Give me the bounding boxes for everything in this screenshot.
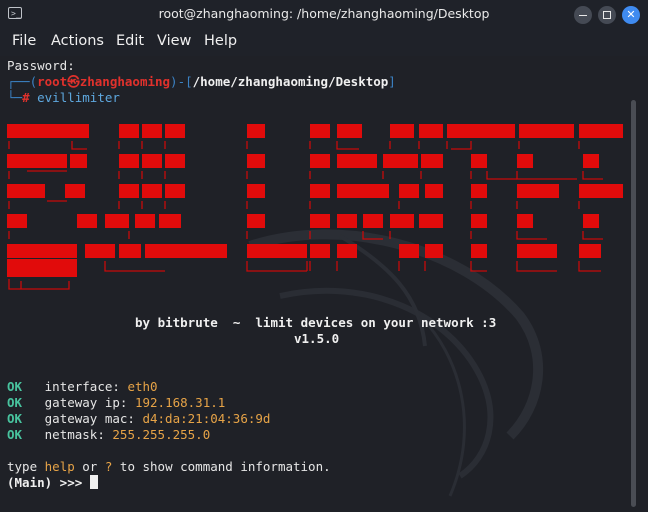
prompt-user: root <box>37 74 68 89</box>
status-label: interface: <box>44 379 120 394</box>
window-title: root@zhanghaoming: /home/zhanghaoming/De… <box>158 6 490 21</box>
minimize-button[interactable] <box>574 6 592 24</box>
status-line-interface: OK interface: eth0 <box>7 379 158 395</box>
prompt-close: ] <box>388 74 396 89</box>
status-label: netmask: <box>44 427 105 442</box>
input-line[interactable]: (Main) >>> <box>7 475 98 491</box>
text-cursor <box>89 475 98 489</box>
menu-view[interactable]: View <box>157 33 191 49</box>
prompt-hash: # <box>22 90 30 105</box>
command-text: evillimiter <box>37 90 120 105</box>
hint-pre: type <box>7 459 45 474</box>
menu-bar: File Actions Edit View Help <box>0 30 648 56</box>
menu-actions[interactable]: Actions <box>51 33 104 49</box>
ok-badge: OK <box>7 427 23 442</box>
main-prompt: (Main) >>> <box>7 475 90 490</box>
hint-or: or <box>74 459 105 474</box>
prompt-mid: )-[ <box>170 74 193 89</box>
status-label: gateway mac: <box>44 411 135 426</box>
password-line: Password: <box>7 58 75 73</box>
prompt-line: ┌──(root㉿zhanghaoming)-[/home/zhanghaomi… <box>7 74 396 90</box>
status-value: d4:da:21:04:36:9d <box>142 411 271 426</box>
prompt-path: /home/zhanghaoming/Desktop <box>192 74 389 89</box>
prompt-host: zhanghaoming <box>79 74 171 89</box>
hint-line: type help or ? to show command informati… <box>7 459 331 475</box>
maximize-button[interactable] <box>598 6 616 24</box>
status-line-gateway-ip: OK gateway ip: 192.168.31.1 <box>7 395 225 411</box>
hint-help: help <box>44 459 75 474</box>
terminal-area[interactable]: Password: ┌──(root㉿zhanghaoming)-[/home/… <box>0 56 648 512</box>
status-value: eth0 <box>127 379 158 394</box>
evillimiter-banner <box>7 124 623 290</box>
version: v1.5.0 <box>294 331 340 346</box>
command-line: └─# evillimiter <box>7 90 120 106</box>
menu-edit[interactable]: Edit <box>116 33 144 49</box>
prompt-open: ┌──( <box>7 74 38 89</box>
ok-badge: OK <box>7 411 23 426</box>
status-line-netmask: OK netmask: 255.255.255.0 <box>7 427 210 443</box>
scrollbar[interactable] <box>631 100 636 507</box>
ok-badge: OK <box>7 379 23 394</box>
close-button[interactable]: ✕ <box>622 6 640 24</box>
status-label: gateway ip: <box>44 395 128 410</box>
ok-badge: OK <box>7 395 23 410</box>
status-value: 192.168.31.1 <box>134 395 226 410</box>
menu-help[interactable]: Help <box>204 33 237 49</box>
status-value: 255.255.255.0 <box>112 427 211 442</box>
tagline: by bitbrute ~ limit devices on your netw… <box>135 315 497 330</box>
prompt-hash-prefix: └─ <box>7 90 23 105</box>
title-bar: >_ root@zhanghaoming: /home/zhanghaoming… <box>0 0 648 31</box>
menu-file[interactable]: File <box>12 33 36 49</box>
status-line-gateway-mac: OK gateway mac: d4:da:21:04:36:9d <box>7 411 270 427</box>
hint-post: to show command information. <box>112 459 331 474</box>
prompt-at: ㉿ <box>67 74 80 89</box>
